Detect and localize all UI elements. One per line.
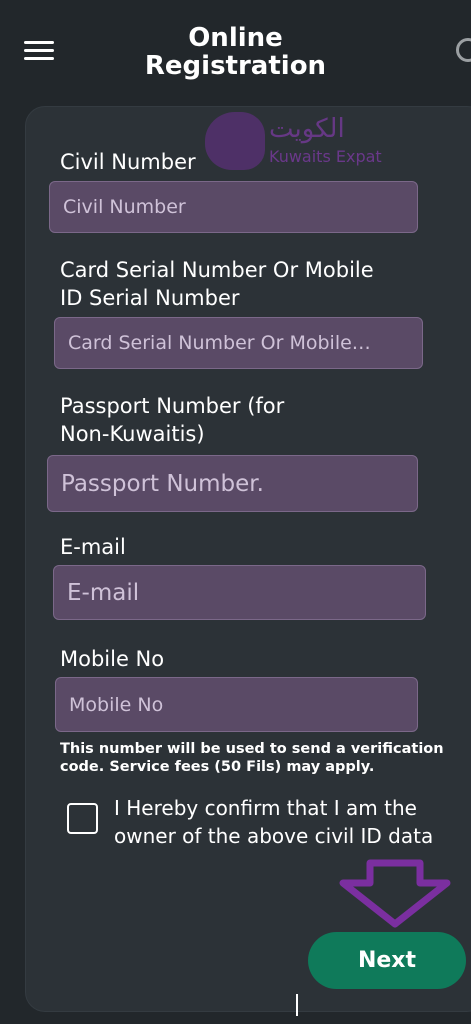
watermark-latin-text: Kuwaits Expat: [269, 147, 382, 166]
watermark-logo-icon: [205, 112, 265, 170]
card-serial-input[interactable]: [54, 317, 423, 369]
passport-number-input[interactable]: [47, 455, 418, 512]
confirm-label-line2: owner of the above civil ID data: [114, 824, 434, 848]
mobile-note-line1: This number will be used to send a verif…: [60, 741, 444, 757]
email-label: E-mail: [60, 535, 126, 559]
page-title: Online Registration: [0, 24, 471, 80]
mobile-verification-note: This number will be used to send a verif…: [60, 740, 460, 776]
passport-label: Passport Number (for Non-Kuwaitis): [60, 392, 284, 448]
confirm-ownership-label[interactable]: I Hereby confirm that I am the owner of …: [114, 794, 454, 850]
page-title-line2: Registration: [144, 51, 327, 81]
email-input[interactable]: [53, 565, 426, 620]
registration-screen: Online Registration الكويت Kuwaits Expat…: [0, 0, 471, 1024]
watermark-arabic-text: الكويت: [269, 114, 345, 144]
mobile-note-line2: code. Service fees (50 Fils) may apply.: [60, 759, 375, 775]
card-serial-label-line2: ID Serial Number: [60, 286, 240, 310]
page-title-line1: Online: [188, 23, 283, 53]
mobile-label: Mobile No: [60, 647, 165, 671]
passport-label-line1: Passport Number (for: [60, 394, 285, 418]
civil-number-input[interactable]: [49, 181, 418, 233]
scroll-indicator: [296, 994, 298, 1016]
down-arrow-icon: [339, 859, 451, 928]
passport-label-line2: Non-Kuwaitis): [60, 422, 205, 446]
civil-number-label: Civil Number: [60, 150, 196, 174]
kuwaits-expat-watermark: الكويت Kuwaits Expat: [205, 110, 405, 172]
confirm-label-line1: I Hereby confirm that I am the: [114, 796, 417, 820]
card-serial-label: Card Serial Number Or Mobile ID Serial N…: [60, 256, 374, 312]
card-serial-label-line1: Card Serial Number Or Mobile: [60, 258, 374, 282]
next-button[interactable]: Next: [308, 932, 466, 989]
mobile-number-input[interactable]: [55, 677, 418, 732]
confirm-ownership-checkbox[interactable]: [67, 803, 98, 834]
